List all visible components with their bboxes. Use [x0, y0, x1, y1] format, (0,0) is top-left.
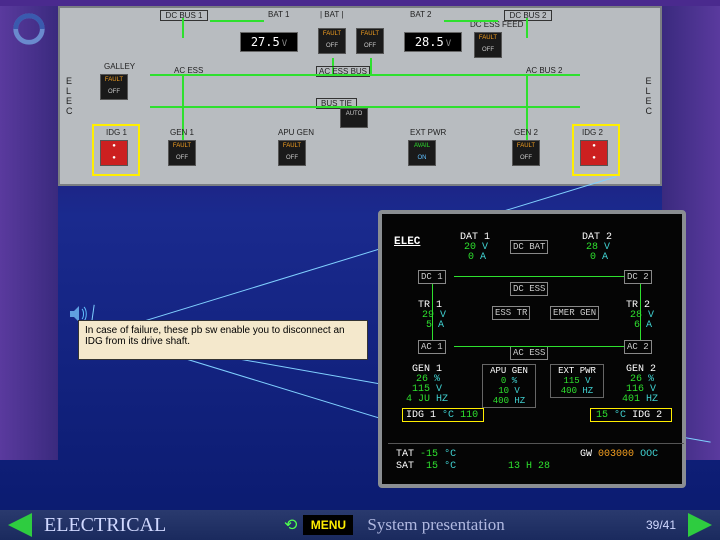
bus-tie-pbsw[interactable]: AUTO	[340, 108, 368, 128]
menu-button[interactable]: MENU	[303, 515, 353, 535]
bat-toggle-label: | BAT |	[320, 10, 343, 19]
elec-label-left: ELEC	[66, 76, 75, 116]
ecam-ext-pwr: EXT PWR 115 V 400 HZ	[550, 364, 604, 398]
dc-ess-feed-pbsw[interactable]: FAULTOFF	[474, 32, 502, 58]
idg2-highlight	[572, 124, 620, 176]
next-arrow-icon[interactable]	[688, 513, 712, 537]
gen2-pbsw[interactable]: FAULTOFF	[512, 140, 540, 166]
swirl-logo	[10, 10, 48, 48]
ext-pwr-label: EXT PWR	[410, 128, 446, 137]
bat1-pbsw[interactable]: FAULTOFF	[318, 28, 346, 54]
batt1-display: 27.5V	[240, 32, 298, 52]
ecam-dc-bat: DC BAT	[510, 240, 548, 254]
menu-icon: ⟲	[284, 515, 297, 535]
ecam-idg1-highlight	[402, 408, 484, 422]
ecam-ac-ess: AC ESS	[510, 346, 548, 360]
overhead-panel: ELEC ELEC DC BUS 1 BAT 1 | BAT | BAT 2 D…	[58, 6, 662, 186]
gen1-label: GEN 1	[170, 128, 194, 137]
bat1-label: BAT 1	[268, 10, 290, 19]
ecam-emer-gen: EMER GEN	[550, 306, 599, 320]
prev-arrow-icon[interactable]	[8, 513, 32, 537]
ecam-dc1: DC 1	[418, 270, 446, 284]
ecam-apu-gen: APU GEN 0 % 10 V 400 HZ	[482, 364, 536, 408]
apu-gen-pbsw[interactable]: FAULTOFF	[278, 140, 306, 166]
ecam-clock: 13 H 28	[508, 461, 550, 472]
ecam-dc2: DC 2	[624, 270, 652, 284]
galley-label: GALLEY	[104, 62, 135, 71]
ecam-idg2-highlight	[590, 408, 672, 422]
idg1-highlight	[92, 124, 140, 176]
ecam-dc-ess: DC ESS	[510, 282, 548, 296]
ext-pwr-pbsw[interactable]: AVAILON	[408, 140, 436, 166]
apu-gen-label: APU GEN	[278, 128, 314, 137]
batt2-display: 28.5V	[404, 32, 462, 52]
dc-bus1-label: DC BUS 1	[160, 10, 208, 21]
page-subtitle: System presentation	[367, 515, 504, 535]
bottom-bar: ELECTRICAL ⟲ MENU System presentation 39…	[0, 510, 720, 540]
elec-label-right: ELEC	[646, 76, 655, 116]
ecam-ess-tr: ESS TR	[492, 306, 530, 320]
instruction-tooltip: In case of failure, these pb sw enable y…	[78, 320, 368, 360]
frame-left-panel	[0, 6, 58, 460]
bat2-label: BAT 2	[410, 10, 432, 19]
galley-pbsw[interactable]: FAULTOFF	[100, 74, 128, 100]
gen1-pbsw[interactable]: FAULTOFF	[168, 140, 196, 166]
ecam-ac2: AC 2	[624, 340, 652, 354]
ecam-display: ELEC DAT 1 20 V 0 A DC BAT DAT 2 28 V 0 …	[378, 210, 686, 488]
bat2-pbsw[interactable]: FAULTOFF	[356, 28, 384, 54]
ecam-ac1: AC 1	[418, 340, 446, 354]
page-counter: 39/41	[646, 518, 676, 532]
ecam-title: ELEC	[394, 236, 420, 248]
page-title: ELECTRICAL	[44, 514, 274, 537]
gen2-label: GEN 2	[514, 128, 538, 137]
